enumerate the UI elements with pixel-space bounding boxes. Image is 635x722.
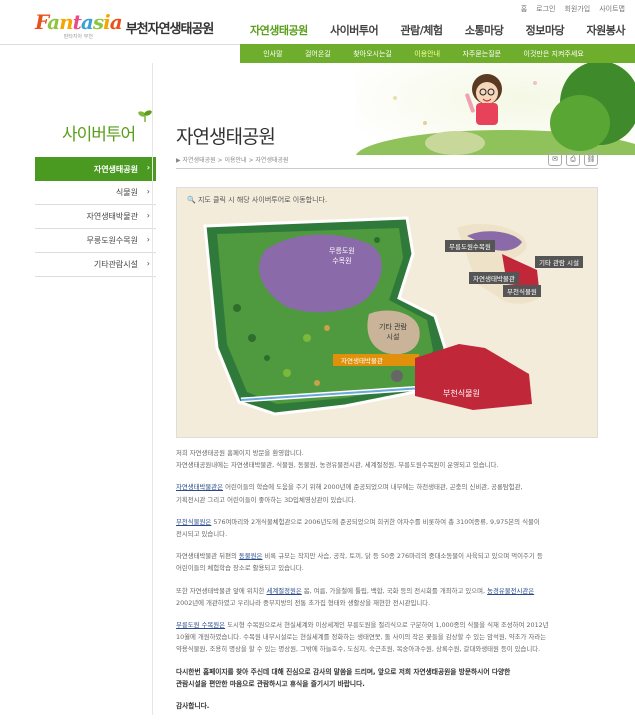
sidebar-item-botanic-garden[interactable]: 식물원 › [35,181,156,205]
botanic-garden-link[interactable]: 부천식물원은 [176,518,211,526]
print-icon[interactable]: ⎙ [566,152,580,166]
chevron-right-icon: › [146,235,150,244]
sidebar-menu: 자연생태공원 › 식물원 › 자연생태박물관 › 무릉도원수목원 › 기타관람시… [35,157,156,277]
map-label-arboretum: 무릉도원 수목원 [329,247,355,265]
museum-link[interactable]: 자연생태박물관은 [176,483,223,491]
sub-nav-bar: 인사말 걸어온길 찾아오시는길 이용안내 자주묻는질문 이것만은 지켜주세요 [240,44,635,63]
legend-museum[interactable]: 자연생태박물관 [469,272,519,284]
util-home-link[interactable]: 홈 [521,4,527,14]
gnb-volunteer[interactable]: 자원봉사 [586,22,625,38]
chevron-right-icon: › [146,187,150,196]
link-icon[interactable]: ⛓ [584,152,598,166]
gnb-nature-park[interactable]: 자연생태공원 [250,22,308,38]
sidebar-item-label: 자연생태박물관 [86,212,138,221]
mail-icon[interactable]: ✉ [548,152,562,166]
sidebar-item-arboretum[interactable]: 무릉도원수목원 › [35,229,156,253]
sidebar-item-nature-park[interactable]: 자연생태공원 › [35,157,156,181]
legend-etc-facilities[interactable]: 기타 관람 시설 [535,256,584,268]
world-garden-link[interactable]: 세계절정원은 [266,587,301,595]
gnb-visit[interactable]: 관람/체험 [401,22,444,38]
content-divider [152,63,153,715]
gnb-cyber-tour[interactable]: 사이버투어 [330,22,379,38]
gnb-info[interactable]: 정보마당 [526,22,565,38]
park-map-illustration [203,216,539,416]
sidebar-item-label: 식물원 [115,188,138,197]
subnav-directions[interactable]: 찾아오시는길 [353,49,392,59]
util-login-link[interactable]: 로그인 [536,4,555,14]
sidebar-item-label: 자연생태공원 [93,164,138,174]
map-label-etc-facilities: 기타 관람 시설 [379,323,407,341]
utility-links: 홈 로그인 회원가입 사이트맵 [521,4,625,14]
site-logo[interactable]: Fantasia 판타지아 부천 부천자연생태공원 [35,10,215,40]
chevron-right-icon: › [146,163,150,172]
subnav-usage-guide[interactable]: 이용안내 [414,49,440,59]
title-divider [176,168,598,169]
gnb-community[interactable]: 소통마당 [465,22,504,38]
chevron-right-icon: › [146,211,150,220]
farming-museum-link[interactable]: 농경유물전시관은 [487,587,534,595]
sprout-icon [138,110,152,122]
museum-paragraph: 자연생태박물관은 어린이들의 학습에 도움을 주기 위해 2000년에 준공되었… [176,483,523,504]
park-map[interactable]: 🔍 지도 클릭 시 해당 사이버투어로 이동합니다. 무릉도원 수목원 기타 관람… [176,187,598,438]
logo-subtitle: 판타지아 부천 [63,34,93,40]
map-label-botanic-garden: 부천식물원 [443,389,480,398]
hero-banner-image [355,63,635,155]
util-sitemap-link[interactable]: 사이트맵 [599,4,625,14]
global-nav: 자연생태공원 사이버투어 관람/체험 소통마당 정보마당 자원봉사 [250,22,635,38]
logo-wordmark: Fantasia [35,10,123,34]
sidebar-item-museum[interactable]: 자연생태박물관 › [35,205,156,229]
closing-paragraph: 다시한번 홈페이지를 찾아 주신데 대해 진심으로 감사의 말씀을 드리며, 앞… [176,667,511,688]
logo-title: 부천자연생태공원 [125,22,215,37]
util-join-link[interactable]: 회원가입 [564,4,590,14]
sidebar-title: 사이버투어 [62,125,136,145]
subnav-greeting[interactable]: 인사말 [263,49,282,59]
sidebar-item-label: 기타관람시설 [93,260,138,269]
botanic-paragraph: 부천식물원은 576여마리와 2개식물체험관으로 2006년도에 준공되었으며 … [176,517,540,539]
thanks-text: 감사합니다. [176,702,210,711]
page-tools: ✉ ⎙ ⛓ [548,152,598,166]
intro-paragraph: 저희 자연생태공원 홈페이지 방문을 환영합니다. 자연생태공원내에는 자연생태… [176,449,499,470]
arboretum-link[interactable]: 무릉도원 수목원은 [176,621,225,629]
legend-botanic-garden[interactable]: 부천식물원 [503,285,541,297]
page-title: 자연생태공원 [176,126,276,148]
arboretum-paragraph: 무릉도원 수목원은 도시형 수목원으로서 현실세계와 이상세계인 무릉도원을 절… [176,621,549,654]
zoo-paragraph: 자연생태박물관 뒤편의 동물원은 비록 규모는 작지만 사슴, 공작, 토끼, … [176,552,543,573]
sub-nav: 인사말 걸어온길 찾아오시는길 이용안내 자주묻는질문 이것만은 지켜주세요 [240,44,635,63]
map-label-museum: 자연생태박물관 [341,357,383,365]
content-body: 저희 자연생태공원 홈페이지 방문을 환영합니다. 자연생태공원내에는 자연생태… [176,447,598,722]
map-area-botanic-garden [415,344,532,410]
sidebar-item-other-facilities[interactable]: 기타관람시설 › [35,253,156,277]
legend-arboretum[interactable]: 무릉도원수목원 [445,240,495,252]
subnav-faq[interactable]: 자주묻는질문 [462,49,501,59]
garden-paragraph: 또한 자연생태박물관 앞에 위치한 세계절정원은 봄, 여름, 가을철에 튤립,… [176,586,535,607]
breadcrumb: ▶ 자연생태공원 > 이용안내 > 자연생태공원 [176,157,289,164]
subnav-rules[interactable]: 이것만은 지켜주세요 [524,49,584,59]
subnav-history[interactable]: 걸어온길 [305,49,331,59]
chevron-right-icon: › [146,259,150,268]
zoo-link[interactable]: 동물원은 [239,552,263,560]
sidebar-item-label: 무릉도원수목원 [86,236,138,245]
